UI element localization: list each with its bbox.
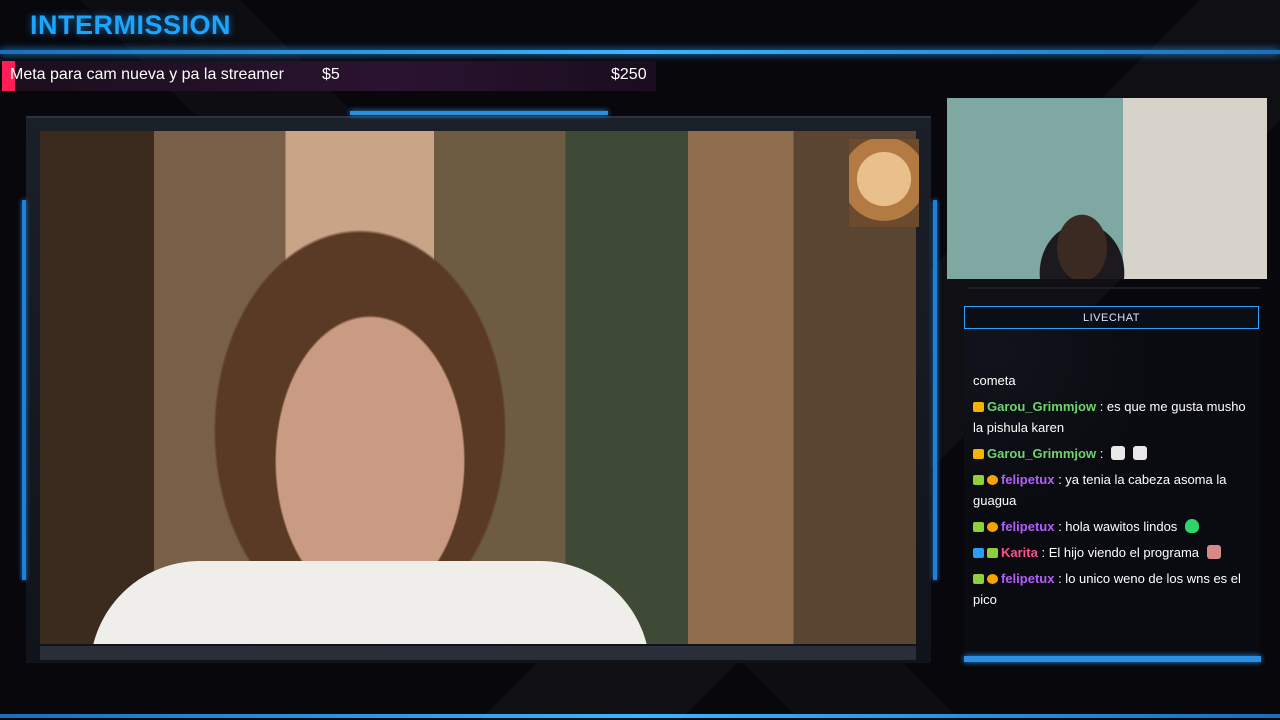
goal-target-amount: $250 (611, 66, 647, 83)
top-divider (0, 50, 1280, 54)
cat-thumbnail-image (849, 139, 919, 227)
chat-username[interactable]: felipetux (1001, 571, 1054, 586)
bottom-divider (0, 714, 1280, 718)
chat-text: : (1096, 446, 1104, 461)
pink-emote (1207, 545, 1222, 559)
donation-goal-bar: Meta para cam nueva y pa la streamer $5 … (2, 61, 656, 91)
chat-partial-line: cometa (973, 373, 1016, 388)
overlay-title: INTERMISSION (30, 10, 232, 40)
crown-icon (973, 402, 984, 412)
cat-icon (973, 574, 984, 584)
crown-icon (973, 449, 984, 459)
frame-top-accent (350, 111, 608, 115)
webcam-divider (967, 287, 1260, 289)
chat-message: Garou_Grimmjow : es que me gusta musho l… (973, 396, 1258, 438)
chat-message: felipetux : ya tenia la cabeza asoma la … (973, 469, 1258, 511)
chat-message: Karita : El hijo viendo el programa (973, 542, 1258, 563)
chat-username[interactable]: felipetux (1001, 472, 1054, 487)
chat-text: : hola wawitos lindos (1054, 519, 1178, 534)
cat-icon (973, 475, 984, 485)
chat-username[interactable]: Garou_Grimmjow (987, 446, 1096, 461)
frame-bottom-bar (40, 646, 916, 660)
chat-message: Garou_Grimmjow : (973, 443, 1258, 464)
chat-username[interactable]: Garou_Grimmjow (987, 399, 1096, 414)
prime-icon (973, 548, 984, 558)
coin-icon (987, 574, 998, 584)
skull-emote (1111, 446, 1126, 460)
chat-panel: cometa Garou_Grimmjow : es que me gusta … (964, 330, 1260, 655)
goal-current-amount: $5 (322, 66, 340, 83)
chat-username[interactable]: Karita (1001, 545, 1038, 560)
chat-text: : El hijo viendo el programa (1037, 545, 1200, 560)
cat-icon (987, 548, 998, 558)
frame-left-accent (22, 200, 26, 580)
chat-username[interactable]: felipetux (1001, 519, 1054, 534)
streamer-webcam (947, 98, 1267, 279)
green-heart-emote (1185, 519, 1200, 533)
chat-header: LIVECHAT (964, 306, 1259, 329)
chat-message-list: cometa Garou_Grimmjow : es que me gusta … (973, 372, 1258, 615)
cat-icon (973, 522, 984, 532)
video-subject (90, 561, 650, 644)
goal-label: Meta para cam nueva y pa la streamer (10, 66, 284, 83)
skull-emote (1133, 446, 1148, 460)
chat-message: felipetux : lo unico weno de los wns es … (973, 568, 1258, 610)
coin-icon (987, 522, 998, 532)
chat-bottom-accent (964, 656, 1261, 662)
frame-right-accent (933, 200, 937, 580)
coin-icon (987, 475, 998, 485)
main-video (40, 131, 916, 644)
chat-message: felipetux : hola wawitos lindos (973, 516, 1258, 537)
